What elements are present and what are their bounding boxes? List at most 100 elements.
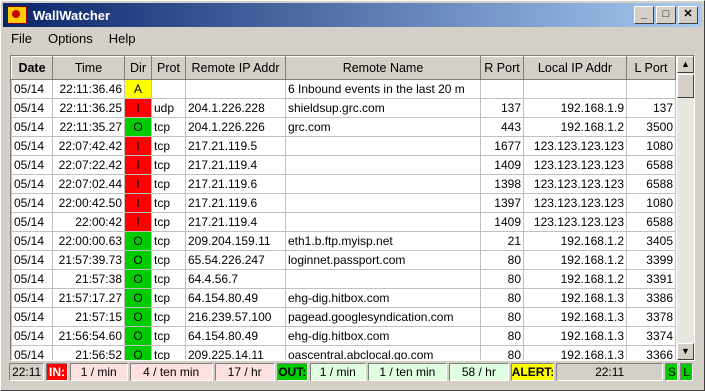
cell-time: 21:57:38 xyxy=(52,269,125,289)
cell-prot: tcp xyxy=(151,212,186,232)
cell-time: 22:07:42.42 xyxy=(52,136,125,156)
cell-dir: I xyxy=(124,212,152,232)
status-in-per-ten-min: 4 / ten min xyxy=(129,363,213,381)
table-row[interactable]: 05/14 21:57:39.73 Otcp 65.54.226.247 loginne… xyxy=(11,250,676,270)
table-row[interactable]: 05/14 21:57:17.27 Otcp 64.154.80.49 ehg-dig.… xyxy=(11,288,676,308)
cell-remote-ip: 65.54.226.247 xyxy=(185,250,286,270)
cell-dir: I xyxy=(124,193,152,213)
cell-local-ip: 192.168.1.3 xyxy=(523,288,627,308)
vertical-scrollbar[interactable]: ▲ ▼ xyxy=(677,56,694,360)
cell-l-port: 3500 xyxy=(626,117,676,137)
table-row[interactable]: 05/14 22:07:42.42 Itcp 217.21.119.5 1677 123.… xyxy=(11,136,676,156)
col-prot-header[interactable]: Prot xyxy=(151,56,186,80)
events-table: Date Time Dir Prot Remote IP Addr Remote Name… xyxy=(11,56,676,360)
events-grid[interactable]: Date Time Dir Prot Remote IP Addr Remote Name… xyxy=(10,55,695,361)
cell-dir: O xyxy=(124,307,152,327)
cell-local-ip: 123.123.123.123 xyxy=(523,193,627,213)
col-l-port-header[interactable]: L Port xyxy=(626,56,676,80)
cell-prot: tcp xyxy=(151,136,186,156)
maximize-button[interactable]: □ xyxy=(656,6,676,24)
col-remote-name-header[interactable]: Remote Name xyxy=(285,56,481,80)
table-row[interactable]: 05/14 22:11:36.46 A 6 Inbound events in the… xyxy=(11,79,676,99)
table-row[interactable]: 05/14 21:56:52 Otcp 209.225.14.11 oascentral… xyxy=(11,345,676,360)
cell-date: 05/14 xyxy=(11,212,53,232)
cell-l-port: 137 xyxy=(626,98,676,118)
scroll-down-button[interactable]: ▼ xyxy=(677,343,694,360)
table-row[interactable]: 05/14 22:11:35.27 Otcp 204.1.226.226 grc.com… xyxy=(11,117,676,137)
cell-remote-name: grc.com xyxy=(285,117,481,137)
close-button[interactable]: ✕ xyxy=(678,6,698,24)
cell-time: 22:07:22.42 xyxy=(52,155,125,175)
cell-remote-ip: 64.154.80.49 xyxy=(185,288,286,308)
cell-l-port xyxy=(626,79,676,99)
cell-date: 05/14 xyxy=(11,250,53,270)
table-row[interactable]: 05/14 22:07:02.44 Itcp 217.21.119.6 1398 123.… xyxy=(11,174,676,194)
cell-l-port: 6588 xyxy=(626,155,676,175)
table-row[interactable]: 05/14 21:57:38 Otcp 64.4.56.7 80 192.168.1.2 3… xyxy=(11,269,676,289)
cell-local-ip: 192.168.1.3 xyxy=(523,307,627,327)
cell-time: 22:00:00.63 xyxy=(52,231,125,251)
cell-time: 22:11:36.25 xyxy=(52,98,125,118)
col-time-header[interactable]: Time xyxy=(52,56,125,80)
table-row[interactable]: 05/14 22:00:00.63 Otcp 209.204.159.11 eth1.b… xyxy=(11,231,676,251)
cell-local-ip: 123.123.123.123 xyxy=(523,212,627,232)
cell-l-port: 3366 xyxy=(626,345,676,360)
cell-prot: tcp xyxy=(151,193,186,213)
table-row[interactable]: 05/14 22:11:36.25 Iudp 204.1.226.228 shields… xyxy=(11,98,676,118)
cell-l-port: 6588 xyxy=(626,174,676,194)
cell-remote-name: 6 Inbound events in the last 20 m xyxy=(285,79,481,99)
cell-prot: tcp xyxy=(151,345,186,360)
cell-remote-name xyxy=(285,269,481,289)
cell-local-ip: 192.168.1.3 xyxy=(523,326,627,346)
cell-prot xyxy=(151,79,186,99)
cell-local-ip: 192.168.1.9 xyxy=(523,98,627,118)
minimize-button[interactable]: _ xyxy=(634,6,654,24)
col-local-ip-header[interactable]: Local IP Addr xyxy=(523,56,627,80)
menu-file[interactable]: File xyxy=(3,29,40,49)
cell-remote-ip: 204.1.226.228 xyxy=(185,98,286,118)
menu-help[interactable]: Help xyxy=(101,29,144,49)
table-row[interactable]: 05/14 22:07:22.42 Itcp 217.21.119.4 1409 123.… xyxy=(11,155,676,175)
scroll-up-button[interactable]: ▲ xyxy=(677,56,694,73)
menu-options[interactable]: Options xyxy=(40,29,101,49)
status-alert-time: 22:11 xyxy=(555,363,664,381)
cell-remote-ip: 216.239.57.100 xyxy=(185,307,286,327)
menu-bar: File Options Help xyxy=(3,29,144,49)
cell-date: 05/14 xyxy=(11,345,53,360)
status-out-per-min: 1 / min xyxy=(309,363,366,381)
cell-r-port: 1409 xyxy=(480,155,524,175)
cell-date: 05/14 xyxy=(11,136,53,156)
cell-remote-ip: 217.21.119.6 xyxy=(185,174,286,194)
status-in-per-hr: 17 / hr xyxy=(214,363,275,381)
cell-remote-ip: 209.225.14.11 xyxy=(185,345,286,360)
app-icon[interactable] xyxy=(7,6,27,24)
table-row[interactable]: 05/14 22:00:42.50 Itcp 217.21.119.6 1397 123.… xyxy=(11,193,676,213)
col-dir-header[interactable]: Dir xyxy=(124,56,152,80)
table-row[interactable]: 05/14 21:57:15 Otcp 216.239.57.100 pagead.go… xyxy=(11,307,676,327)
col-remote-ip-header[interactable]: Remote IP Addr xyxy=(185,56,286,80)
cell-r-port: 21 xyxy=(480,231,524,251)
title-bar[interactable]: WallWatcher _ □ ✕ xyxy=(3,3,702,27)
cell-r-port: 80 xyxy=(480,345,524,360)
col-r-port-header[interactable]: R Port xyxy=(480,56,524,80)
cell-dir: I xyxy=(124,155,152,175)
cell-prot: tcp xyxy=(151,231,186,251)
cell-remote-name: eth1.b.ftp.myisp.net xyxy=(285,231,481,251)
col-date-header[interactable]: Date xyxy=(11,56,53,80)
cell-r-port: 80 xyxy=(480,269,524,289)
cell-prot: tcp xyxy=(151,250,186,270)
cell-prot: tcp xyxy=(151,288,186,308)
cell-l-port: 3405 xyxy=(626,231,676,251)
cell-l-port: 3391 xyxy=(626,269,676,289)
cell-remote-ip: 64.154.80.49 xyxy=(185,326,286,346)
cell-dir: A xyxy=(124,79,152,99)
status-out-per-hr: 58 / hr xyxy=(448,363,509,381)
cell-remote-ip: 217.21.119.5 xyxy=(185,136,286,156)
scroll-thumb[interactable] xyxy=(677,74,694,98)
cell-l-port: 3378 xyxy=(626,307,676,327)
table-row[interactable]: 05/14 21:56:54.60 Otcp 64.154.80.49 ehg-dig.… xyxy=(11,326,676,346)
status-in-per-min: 1 / min xyxy=(69,363,128,381)
cell-l-port: 3374 xyxy=(626,326,676,346)
cell-prot: tcp xyxy=(151,174,186,194)
table-row[interactable]: 05/14 22:00:42 Itcp 217.21.119.4 1409 123.123… xyxy=(11,212,676,232)
